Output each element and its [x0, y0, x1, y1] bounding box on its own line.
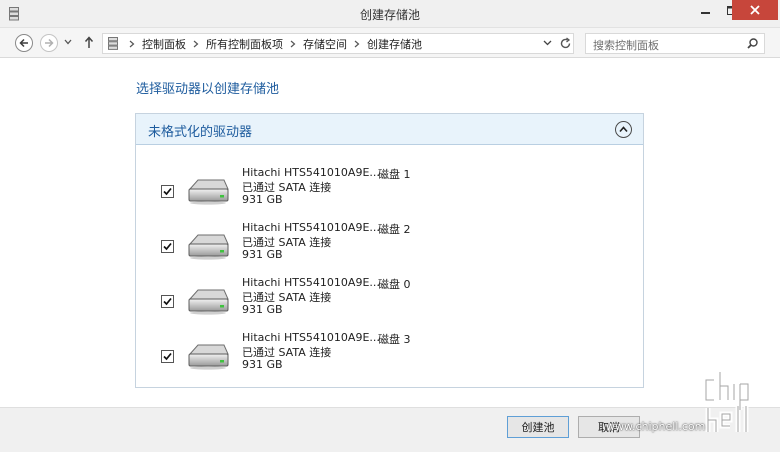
- group-header[interactable]: 未格式化的驱动器: [136, 114, 643, 145]
- search-input[interactable]: 搜索控制面板: [585, 33, 765, 54]
- checkmark-icon: [163, 187, 172, 196]
- page-heading: 选择驱动器以创建存储池: [136, 82, 280, 97]
- checkmark-icon: [163, 242, 172, 251]
- breadcrumb-create-pool[interactable]: 创建存储池: [367, 36, 422, 52]
- drive-disk-number: 磁盘 2: [378, 223, 411, 236]
- back-arrow-icon: [19, 38, 28, 48]
- back-button[interactable]: [15, 34, 33, 52]
- drive-row[interactable]: Hitachi HTS541010A9E... 磁盘 0 已通过 SATA 连接…: [136, 276, 643, 331]
- breadcrumb-separator-icon[interactable]: [129, 40, 135, 48]
- breadcrumb-all-items[interactable]: 所有控制面板项: [206, 36, 283, 52]
- drive-row[interactable]: Hitachi HTS541010A9E... 磁盘 3 已通过 SATA 连接…: [136, 331, 643, 386]
- create-pool-button[interactable]: 创建池: [507, 416, 569, 438]
- watermark-url: www.chiphell.com: [606, 420, 706, 433]
- search-icon[interactable]: [747, 38, 758, 49]
- navigation-bar: 控制面板 所有控制面板项 存储空间 创建存储池 搜索控制面板: [0, 28, 780, 58]
- drive-size: 931 GB: [242, 248, 283, 261]
- forward-button[interactable]: [40, 34, 58, 52]
- hard-drive-icon: [188, 289, 229, 315]
- minimize-button[interactable]: [692, 0, 718, 20]
- drive-checkbox[interactable]: [161, 350, 174, 363]
- drive-disk-number: 磁盘 3: [378, 333, 411, 346]
- drive-name: Hitachi HTS541010A9E...: [242, 221, 380, 234]
- drive-checkbox[interactable]: [161, 240, 174, 253]
- breadcrumb-separator-icon[interactable]: [290, 40, 296, 48]
- hard-drive-icon: [188, 344, 229, 370]
- hard-drive-icon: [188, 234, 229, 260]
- group-title: 未格式化的驱动器: [148, 125, 253, 140]
- window-title: 创建存储池: [359, 8, 420, 22]
- drive-size: 931 GB: [242, 193, 283, 206]
- drive-row[interactable]: Hitachi HTS541010A9E... 磁盘 2 已通过 SATA 连接…: [136, 221, 643, 276]
- checkmark-icon: [163, 352, 172, 361]
- refresh-icon[interactable]: [559, 37, 572, 50]
- drive-disk-number: 磁盘 0: [378, 278, 411, 291]
- title-bar: 创建存储池: [0, 0, 780, 28]
- drive-checkbox[interactable]: [161, 295, 174, 308]
- breadcrumb-separator-icon[interactable]: [193, 40, 199, 48]
- breadcrumb-storage-spaces[interactable]: 存储空间: [303, 36, 347, 52]
- recent-locations-chevron-icon[interactable]: [64, 38, 72, 46]
- forward-arrow-icon: [45, 38, 54, 48]
- close-button[interactable]: [732, 0, 778, 20]
- drive-size: 931 GB: [242, 303, 283, 316]
- drive-size: 931 GB: [242, 358, 283, 371]
- main-content: 选择驱动器以创建存储池 未格式化的驱动器 Hitachi HTS541010A9…: [0, 59, 780, 407]
- close-icon: [750, 5, 760, 15]
- drive-name: Hitachi HTS541010A9E...: [242, 276, 380, 289]
- chiphell-logo: [703, 372, 751, 432]
- drive-row[interactable]: Hitachi HTS541010A9E... 磁盘 1 已通过 SATA 连接…: [136, 166, 643, 221]
- chevron-up-icon: [619, 126, 628, 133]
- breadcrumb-control-panel[interactable]: 控制面板: [142, 36, 186, 52]
- breadcrumb-separator-icon[interactable]: [354, 40, 360, 48]
- storage-icon: [108, 37, 118, 50]
- up-arrow-icon[interactable]: [84, 36, 94, 49]
- drive-disk-number: 磁盘 1: [378, 168, 411, 181]
- collapse-button[interactable]: [615, 121, 632, 138]
- checkmark-icon: [163, 297, 172, 306]
- drive-name: Hitachi HTS541010A9E...: [242, 166, 380, 179]
- drive-checkbox[interactable]: [161, 185, 174, 198]
- unformatted-drives-group: 未格式化的驱动器 Hitachi HTS541010A9E... 磁盘 1 已通…: [135, 113, 644, 388]
- search-placeholder: 搜索控制面板: [593, 39, 659, 52]
- hard-drive-icon: [188, 179, 229, 205]
- address-bar[interactable]: 控制面板 所有控制面板项 存储空间 创建存储池: [102, 33, 574, 54]
- drive-name: Hitachi HTS541010A9E...: [242, 331, 380, 344]
- drive-list: Hitachi HTS541010A9E... 磁盘 1 已通过 SATA 连接…: [136, 166, 643, 386]
- minimize-icon: [700, 11, 710, 14]
- address-dropdown-icon[interactable]: [543, 39, 552, 47]
